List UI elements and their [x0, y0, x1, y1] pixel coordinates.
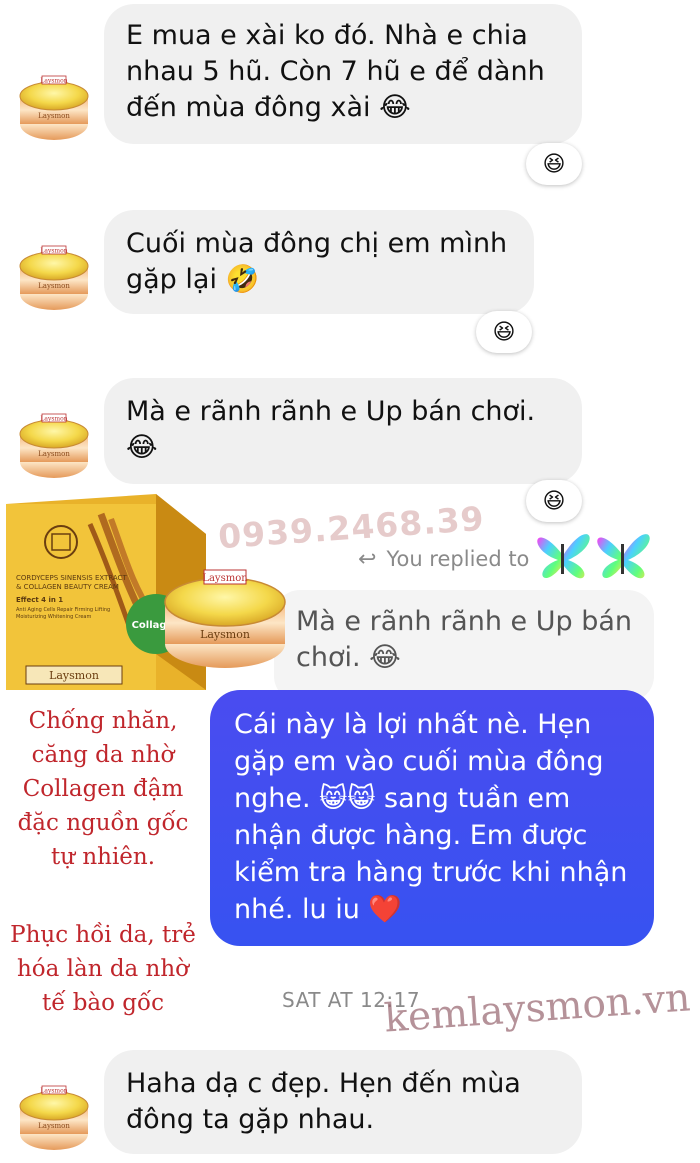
reply-header: ↩ You replied to	[358, 545, 529, 573]
message-line: nhận được hàng. Em được	[234, 820, 588, 851]
sender-avatar[interactable]	[14, 236, 94, 316]
reaction-badge[interactable]: 😆	[476, 311, 532, 353]
box-line: Moisturizing Whitening Cream	[16, 614, 91, 620]
message-line: Cái này là lợi nhất nè. Hẹn	[234, 709, 592, 740]
reply-label: You replied to	[386, 547, 530, 571]
site-watermark: kemlaysmon.vn	[382, 975, 692, 1042]
sender-avatar[interactable]	[14, 66, 94, 146]
box-line: CORDYCEPS SINENSIS EXTRACT	[16, 574, 127, 582]
reaction-badge[interactable]: 😆	[526, 143, 582, 185]
ad-claim: Phục hồi da, trẻ hóa làn da nhờ tế bào g…	[10, 922, 196, 1016]
message-bubble[interactable]: Haha dạ c đẹp. Hẹn đến mùa đông ta gặp n…	[104, 1050, 582, 1154]
sender-avatar[interactable]	[14, 404, 94, 484]
rolling-laughing-emoji: 🤣	[225, 264, 260, 295]
reply-arrow-icon: ↩	[358, 546, 377, 572]
quoted-message[interactable]: Mà e rãnh rãnh e Up bán chơi. 😂	[274, 590, 654, 702]
jar-brand-front: Laysmon	[200, 628, 250, 641]
message-line: gặp em vào cuối mùa đông	[234, 746, 604, 777]
message-bubble[interactable]: Mà e rãnh rãnh e Up bán chơi. 😂	[104, 378, 582, 484]
laughing-tears-emoji: 😂	[379, 92, 411, 123]
message-line: nhé. lu iu	[234, 894, 369, 925]
box-line: Effect 4 in 1	[16, 596, 63, 604]
message-bubble[interactable]: E mua e xài ko đó. Nhà e chia nhau 5 hũ.…	[104, 4, 582, 144]
message-text: Cuối mùa đông chị em mình gặp lại	[126, 228, 508, 295]
laughing-tears-emoji: 😂	[126, 432, 158, 463]
laughing-tears-emoji: 😂	[369, 642, 401, 673]
message-text: E mua e xài ko đó. Nhà e chia nhau 5 hũ.…	[126, 20, 545, 123]
grinning-squint-emoji: 😆	[542, 488, 566, 514]
message-text: Mà e rãnh rãnh e Up bán chơi.	[126, 396, 536, 427]
sender-avatar[interactable]	[14, 1076, 94, 1156]
heart-icon: ❤️	[368, 894, 403, 925]
grinning-squint-emoji: 😆	[542, 151, 566, 177]
box-line: & COLLAGEN BEAUTY CREAM	[16, 583, 119, 591]
message-line: nghe.	[234, 783, 320, 814]
message-bubble[interactable]: Cuối mùa đông chị em mình gặp lại 🤣	[104, 210, 534, 314]
jar-brand: Laysmon	[202, 573, 248, 584]
quoted-text: Mà e rãnh rãnh e Up bán chơi.	[296, 606, 632, 673]
ad-claim: Chống nhăn, căng da nhờ Collagen đậm đặc…	[17, 708, 189, 870]
grinning-squint-emoji: 😆	[492, 319, 516, 345]
message-line: kiểm tra hàng trước khi nhận	[234, 857, 628, 888]
butterfly-sticker	[524, 514, 664, 594]
cat-smile-emoji: 😸😸	[319, 783, 376, 814]
cream-jar-image: Laysmon Laysmon	[160, 562, 290, 672]
box-brand: Laysmon	[49, 669, 99, 682]
box-line: Anti Aging Cells Repair Firming Lifting	[16, 607, 110, 613]
outgoing-message-bubble[interactable]: Cái này là lợi nhất nè. Hẹn gặp em vào c…	[210, 690, 654, 946]
message-line: sang tuần em	[375, 783, 571, 814]
message-text: Haha dạ c đẹp. Hẹn đến mùa đông ta gặp n…	[126, 1068, 521, 1135]
